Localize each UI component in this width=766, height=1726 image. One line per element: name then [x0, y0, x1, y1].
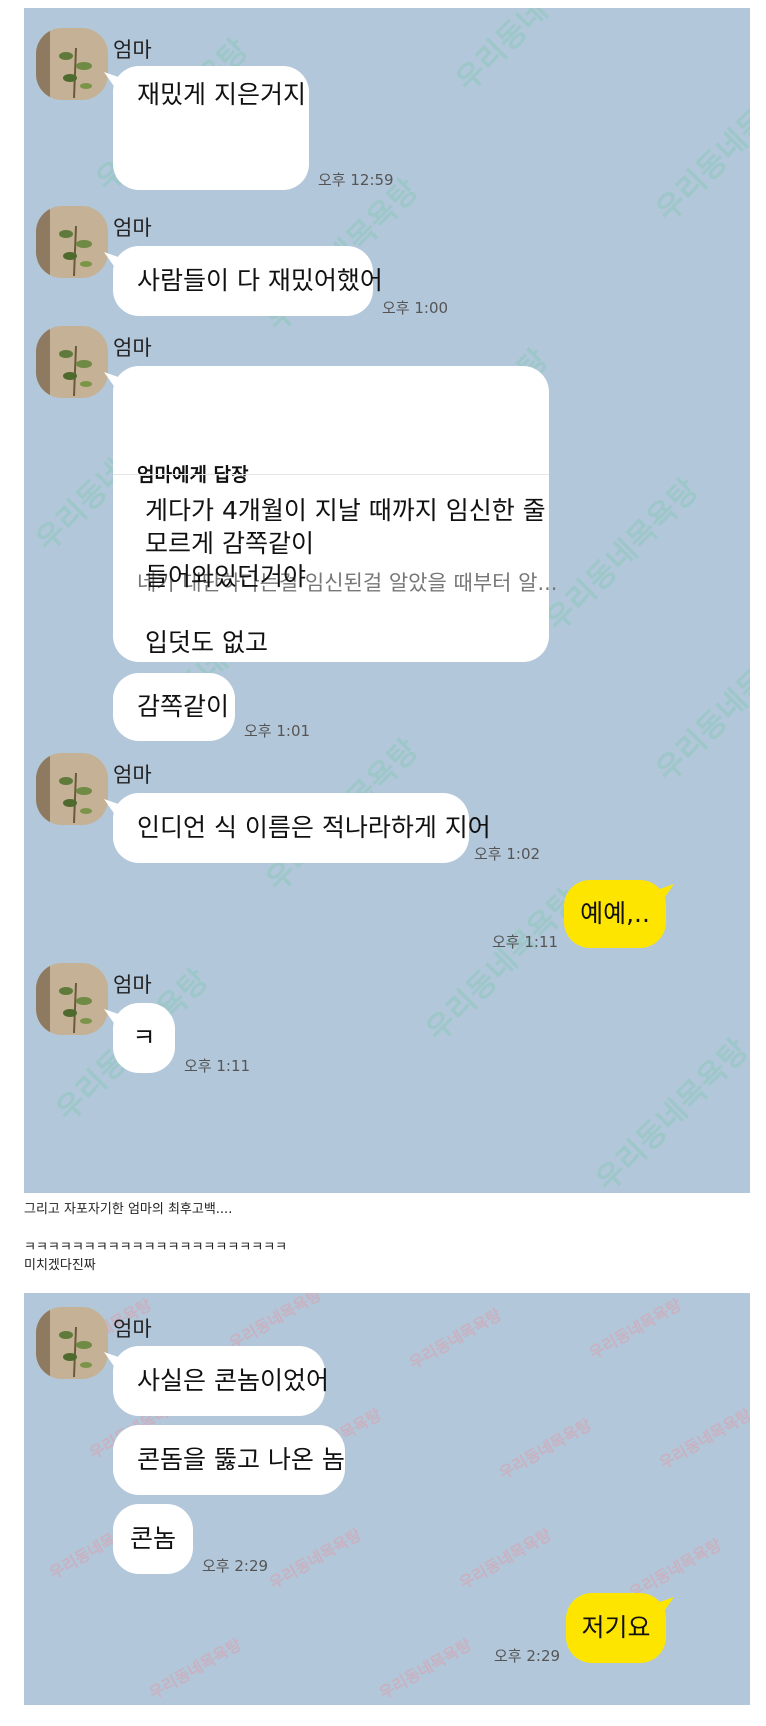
- chat-screenshot-1: 우리동네목욕탕 우리동네목욕탕 우리동네목욕탕 우리동네목욕탕 우리동네목욕탕 …: [24, 8, 750, 1193]
- watermark: 우리동네목욕탕: [226, 1293, 325, 1353]
- watermark: 우리동네목욕탕: [449, 8, 616, 99]
- sender-name: 엄마: [113, 1317, 152, 1341]
- message-text: 게다가 4개월이 지날 때까지 임신한 줄 모르게 감쪽같이 들어와있던거야 입…: [145, 496, 546, 657]
- message-time: 오후 1:02: [474, 845, 541, 863]
- message-bubble[interactable]: 감쪽같이: [113, 673, 235, 741]
- watermark: 우리동네목욕탕: [539, 472, 706, 639]
- caption-line: ㅋㅋㅋㅋㅋㅋㅋㅋㅋㅋㅋㅋㅋㅋㅋㅋㅋㅋㅋㅋㅋㅋ: [24, 1240, 288, 1255]
- message-time: 오후 1:01: [244, 722, 311, 740]
- message-time: 오후 1:11: [184, 1057, 251, 1075]
- watermark: 우리동네목욕탕: [406, 1304, 505, 1373]
- message-text: 콘돔을 뚫고 나온 놈: [137, 1445, 345, 1474]
- message-text: 사실은 콘놈이었어: [137, 1366, 329, 1395]
- avatar[interactable]: [36, 206, 108, 278]
- reply-title: 엄마에게 답장: [137, 464, 249, 486]
- watermark: 우리동네목욕탕: [589, 1032, 750, 1193]
- my-message-bubble[interactable]: 예예,..: [564, 880, 666, 948]
- message-text: 감쪽같이: [137, 692, 230, 721]
- watermark: 우리동네목욕탕: [656, 1404, 750, 1473]
- watermark: 우리동네목욕탕: [146, 1634, 245, 1703]
- sender-name: 엄마: [113, 763, 152, 787]
- reply-divider: [113, 474, 549, 475]
- watermark: 우리동네목욕탕: [649, 622, 750, 789]
- message-text: 콘놈: [129, 1524, 176, 1553]
- avatar[interactable]: [36, 963, 108, 1035]
- sender-name: 엄마: [113, 973, 152, 997]
- message-text: 인디언 식 이름은 적나라하게 지어: [137, 813, 491, 842]
- message-bubble[interactable]: 사람들이 다 재밌어했어: [113, 246, 383, 316]
- message-time: 오후 2:29: [202, 1557, 269, 1575]
- watermark: 우리동네목욕탕: [376, 1634, 475, 1703]
- watermark: 우리동네목욕탕: [496, 1414, 595, 1483]
- message-time: 오후 1:11: [492, 933, 559, 951]
- message-text: 사람들이 다 재밌어했어: [137, 266, 383, 295]
- message-bubble[interactable]: 인디언 식 이름은 적나라하게 지어: [113, 793, 491, 863]
- watermark: 우리동네목욕탕: [266, 1524, 365, 1593]
- avatar[interactable]: [36, 753, 108, 825]
- message-text: 예예,..: [580, 899, 650, 928]
- watermark: 우리동네목욕탕: [419, 882, 586, 1049]
- chat-screenshot-2: 우리동네목욕탕 우리동네목욕탕 우리동네목욕탕 우리동네목욕탕 우리동네목욕탕 …: [24, 1293, 750, 1705]
- sender-name: 엄마: [113, 216, 152, 240]
- message-bubble[interactable]: 콘놈: [113, 1504, 193, 1574]
- watermark: 우리동네목욕탕: [456, 1524, 555, 1593]
- message-time: 오후 1:00: [382, 299, 449, 317]
- message-bubble[interactable]: ㅋ: [113, 1003, 175, 1073]
- watermark: 우리동네목욕탕: [649, 62, 750, 229]
- message-text: 재밌게 지은거지: [137, 80, 306, 109]
- my-message-bubble[interactable]: 저기요: [566, 1593, 666, 1663]
- message-time: 오후 2:29: [494, 1647, 561, 1665]
- avatar[interactable]: [36, 326, 108, 398]
- avatar[interactable]: [36, 1307, 108, 1379]
- watermark: 우리동네목욕탕: [586, 1294, 685, 1363]
- caption-line: 그리고 자포자기한 엄마의 최후고백....: [24, 1202, 233, 1217]
- avatar[interactable]: [36, 28, 108, 100]
- message-text: ㅋ: [132, 1023, 156, 1052]
- reply-message-bubble[interactable]: 엄마에게 답장 네가 대단하다는걸 임신된걸 알았을 때부터 알... 게다가 …: [113, 366, 557, 662]
- message-bubble[interactable]: 콘돔을 뚫고 나온 놈: [113, 1425, 345, 1495]
- caption-line: 미치겠다진짜: [24, 1258, 96, 1273]
- message-text: 저기요: [581, 1613, 651, 1642]
- sender-name: 엄마: [113, 336, 152, 360]
- sender-name: 엄마: [113, 38, 152, 62]
- message-time: 오후 12:59: [318, 171, 394, 189]
- message-bubble[interactable]: 사실은 콘놈이었어: [113, 1346, 329, 1416]
- message-bubble[interactable]: 재밌게 지은거지: [113, 66, 309, 190]
